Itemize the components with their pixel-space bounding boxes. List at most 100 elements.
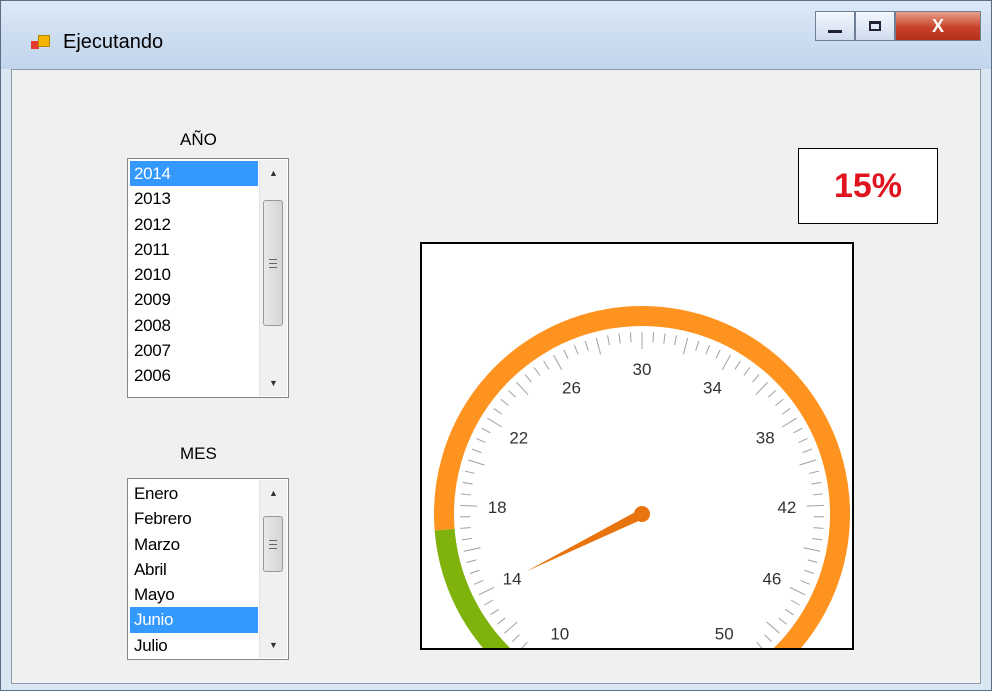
grip-icon bbox=[269, 539, 277, 549]
arrow-up-icon: ▲ bbox=[269, 488, 278, 498]
gauge-tick bbox=[629, 332, 632, 343]
gauge-tick bbox=[764, 634, 773, 643]
gauge-tick bbox=[465, 470, 475, 474]
close-button[interactable]: X bbox=[895, 11, 981, 41]
year-list-item[interactable]: 2010 bbox=[130, 262, 258, 287]
app-icon bbox=[31, 35, 51, 51]
gauge-tick bbox=[811, 481, 822, 485]
gauge-tick bbox=[778, 617, 788, 625]
maximize-button[interactable] bbox=[855, 11, 895, 41]
gauge-tick bbox=[469, 569, 480, 574]
gauge-tick bbox=[674, 335, 677, 346]
gauge-tick bbox=[663, 333, 666, 344]
month-list-item[interactable]: Julio bbox=[130, 633, 258, 658]
gauge-tick bbox=[802, 448, 813, 454]
month-list-items: Enero Febrero Marzo Abril Mayo Junio Julio bbox=[130, 481, 258, 658]
year-scroll-down-button[interactable]: ▼ bbox=[260, 370, 287, 396]
gauge-tick bbox=[460, 527, 471, 529]
gauge-tick-label: 14 bbox=[503, 569, 522, 588]
gauge-needle-hub bbox=[634, 506, 650, 522]
gauge-tick bbox=[800, 579, 811, 585]
gauge-tick bbox=[462, 481, 473, 485]
arrow-down-icon: ▼ bbox=[269, 640, 278, 650]
year-list-item[interactable]: 2013 bbox=[130, 186, 258, 211]
year-listbox[interactable]: 2014 2013 2012 2011 2010 2009 2008 2007 2006 ▲ ▼ bbox=[127, 158, 289, 398]
gauge-tick bbox=[781, 417, 797, 428]
month-listbox[interactable]: Enero Febrero Marzo Abril Mayo Junio Julio ▲ ▼ bbox=[127, 478, 289, 660]
gauge-tick bbox=[493, 408, 503, 415]
grip-icon bbox=[269, 258, 277, 268]
month-list-item[interactable]: Febrero bbox=[130, 506, 258, 531]
month-scroll-down-button[interactable]: ▼ bbox=[260, 632, 287, 658]
year-scroll-up-button[interactable]: ▲ bbox=[260, 160, 287, 186]
gauge-tick-label: 10 bbox=[550, 624, 569, 643]
year-scrollbar[interactable]: ▲ ▼ bbox=[259, 160, 287, 396]
gauge-tick bbox=[471, 448, 482, 454]
year-list-item[interactable]: 2008 bbox=[130, 313, 258, 338]
year-list-item[interactable]: 2007 bbox=[130, 338, 258, 363]
year-scroll-thumb[interactable] bbox=[263, 200, 283, 326]
gauge-tick-label: 50 bbox=[715, 624, 734, 643]
gauge-tick bbox=[461, 537, 472, 541]
arrow-up-icon: ▲ bbox=[269, 168, 278, 178]
gauge-tick bbox=[463, 547, 481, 552]
gauge-tick bbox=[466, 559, 477, 563]
gauge-tick bbox=[496, 617, 506, 625]
gauge-tick bbox=[521, 641, 528, 648]
gauge-tick bbox=[563, 349, 569, 359]
gauge-tick bbox=[705, 344, 711, 355]
gauge-tick-label: 38 bbox=[756, 429, 775, 448]
gauge-chart: 10 14 18 22 26 30 34 38 42 46 50 bbox=[434, 306, 850, 648]
month-list-item[interactable]: Enero bbox=[130, 481, 258, 506]
gauge-tick bbox=[595, 337, 602, 355]
month-list-item[interactable]: Mayo bbox=[130, 582, 258, 607]
year-list-item[interactable]: 2014 bbox=[130, 161, 258, 187]
month-scroll-up-button[interactable]: ▲ bbox=[260, 480, 287, 506]
gauge-tick bbox=[481, 427, 491, 434]
year-list-item[interactable]: 2006 bbox=[130, 363, 258, 388]
gauge-tick bbox=[468, 459, 485, 466]
gauge-tick bbox=[812, 493, 823, 496]
gauge-tick bbox=[533, 367, 541, 376]
gauge-tick bbox=[511, 634, 520, 643]
gauge-tick bbox=[798, 437, 808, 444]
window-controls: X bbox=[815, 11, 981, 43]
gauge-tick bbox=[476, 437, 486, 444]
month-list-item[interactable]: Junio bbox=[130, 607, 258, 633]
year-list-item[interactable]: 2012 bbox=[130, 212, 258, 237]
minimize-icon bbox=[828, 29, 842, 33]
gauge-tick-label: 42 bbox=[777, 498, 796, 517]
gauge-tick bbox=[507, 390, 516, 398]
gauge-tick bbox=[752, 374, 760, 383]
year-list-items: 2014 2013 2012 2011 2010 2009 2008 2007 2006 bbox=[130, 161, 258, 389]
gauge-tick bbox=[768, 390, 777, 398]
month-scrollbar[interactable]: ▲ ▼ bbox=[259, 480, 287, 658]
arrow-down-icon: ▼ bbox=[269, 378, 278, 388]
gauge-tick bbox=[682, 337, 689, 355]
month-list-item[interactable]: Abril bbox=[130, 557, 258, 582]
gauge-tick bbox=[573, 344, 579, 355]
gauge-needle bbox=[525, 509, 645, 572]
month-scroll-thumb[interactable] bbox=[263, 516, 283, 572]
maximize-icon bbox=[869, 21, 881, 31]
percentage-value: 15% bbox=[833, 166, 903, 205]
gauge-tick bbox=[460, 504, 478, 507]
gauge-tick bbox=[755, 381, 768, 395]
month-list-item[interactable]: Marzo bbox=[130, 532, 258, 557]
gauge-tick bbox=[799, 459, 816, 466]
app-window: Ejecutando X AÑO 2014 2013 2012 2011 2010 200… bbox=[0, 0, 992, 691]
gauge-tick bbox=[813, 527, 824, 529]
minimize-button[interactable] bbox=[815, 11, 855, 41]
year-list-item[interactable]: 2011 bbox=[130, 237, 258, 262]
gauge-tick bbox=[500, 398, 509, 406]
gauge-tick-label: 26 bbox=[562, 378, 581, 397]
gauge-tick bbox=[789, 586, 806, 596]
gauge-tick bbox=[807, 559, 818, 563]
gauge-panel: 10 14 18 22 26 30 34 38 42 46 50 bbox=[420, 242, 854, 650]
window-title: Ejecutando bbox=[63, 31, 164, 53]
title-bar[interactable]: Ejecutando X bbox=[1, 1, 991, 69]
year-list-item[interactable]: 2009 bbox=[130, 287, 258, 312]
gauge-tick bbox=[790, 599, 800, 606]
gauge-tick bbox=[715, 349, 721, 359]
gauge-tick-label: 46 bbox=[762, 569, 781, 588]
